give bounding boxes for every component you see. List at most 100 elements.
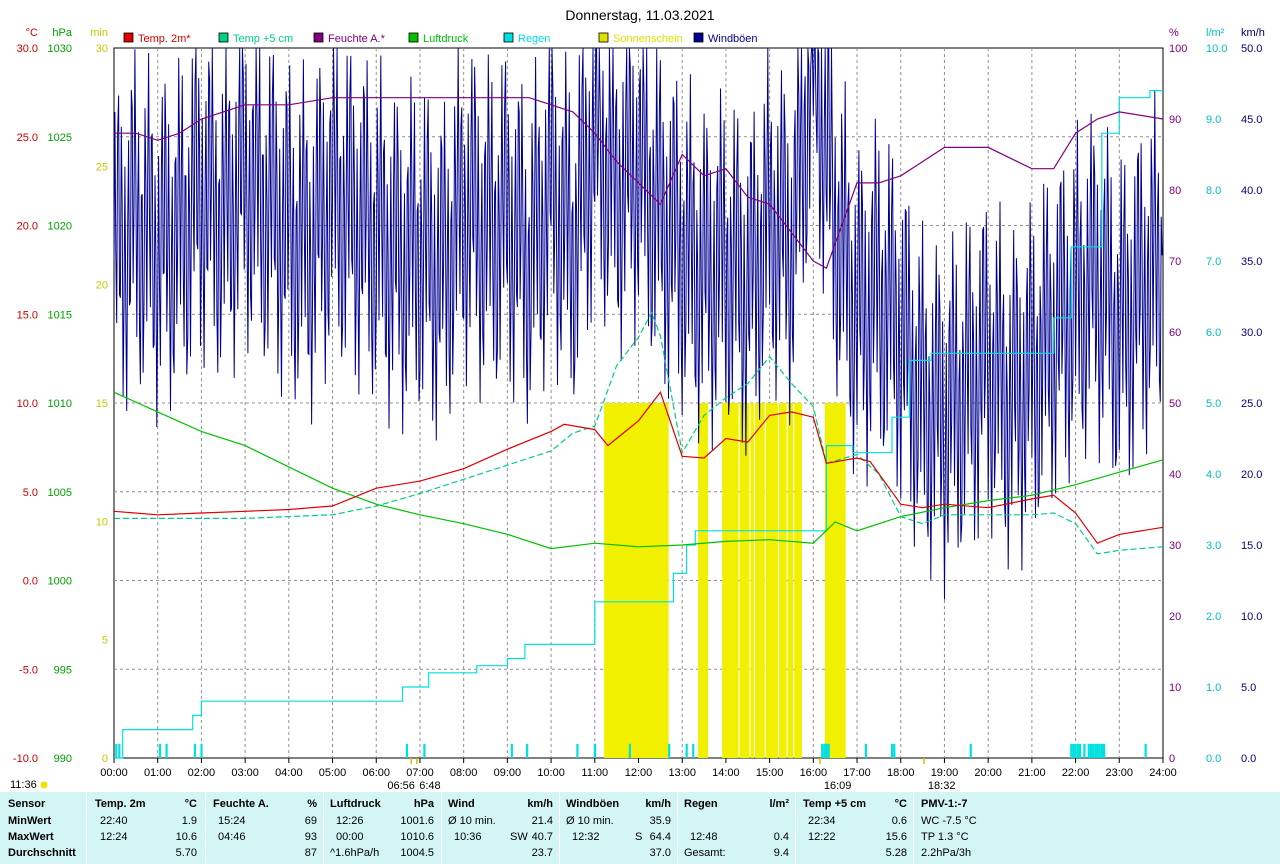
boeen-min-time: Ø 10 min. [566,815,614,827]
x-tick-label: 12:00 [625,767,653,779]
x-tick-label: 17:00 [843,767,871,779]
axis-tick-label: 15 [96,398,108,410]
legend-label: Regen [518,33,550,45]
axis-tick-label: 1015 [48,309,72,321]
luftdruck-head: Luftdruck [330,798,381,810]
rain-event-bar [823,743,826,758]
x-tick-label: 04:00 [275,767,303,779]
col-temp5: Temp +5 cm °C 22:34 0.6 12:22 15.6 5.28 [796,792,913,864]
x-tick-label: 10:00 [537,767,565,779]
luftdruck-avg-val: 1004.5 [400,847,434,859]
axis-tick-label: 80 [1169,185,1181,197]
weather-chart: Donnerstag, 11.03.2021 Temp. 2m* Temp +5 … [10,7,1265,792]
axis-tick-label: 15.0 [1241,540,1262,552]
axis-tick-label: 1005 [48,487,72,499]
axis-tick-label: 5.0 [1206,398,1221,410]
rain-event-bar [1100,743,1104,758]
legend-label: Luftdruck [423,33,469,45]
temp2m-avg-val: 5.70 [175,847,197,859]
rain-event-bar [1076,743,1079,758]
rain-event-bar [1089,743,1093,758]
axis-tick-label: 100 [1169,43,1187,55]
col-regen: Regen l/m² 12:48 0.4 Gesamt: 9.4 [678,792,795,864]
x-tick-label: 21:00 [1018,767,1046,779]
axis-tick-label: 50 [1169,398,1181,410]
rain-event-bar [668,743,671,758]
temp2m-max-val: 10.6 [175,831,197,843]
axis-tick-label: 20.0 [1241,469,1262,481]
luftdruck-unit: hPa [413,798,434,810]
rain-event-bar [1087,743,1090,758]
x-tick-label: 00:00 [100,767,128,779]
axis-tick-label: 10.0 [1206,43,1227,55]
axis-tick-label: 25.0 [17,132,38,144]
row-max-label: MaxWert [8,831,54,843]
rain-event-bar [1098,743,1101,758]
rain-event-bar [969,743,972,758]
axis-tick-label: 15.0 [17,309,38,321]
x-tick-label: 18:00 [887,767,915,779]
luftdruck-max-val: 1010.6 [400,831,434,843]
rain-event-bar [158,743,162,758]
temp5-min-val: 0.6 [891,815,907,827]
axis-tick-label: 20 [1169,611,1181,623]
axis-tick-label: 25 [96,161,108,173]
x-tick-label: 02:00 [188,767,216,779]
axis-tick-label: 4.0 [1206,469,1221,481]
rain-event-bar [685,743,688,758]
boeen-max-dir: S [635,831,643,843]
regen-total-val: 9.4 [773,847,789,859]
rain-event-bar [526,743,529,758]
col-temp2m: Temp. 2m °C 22:40 1.9 12:24 10.6 5.70 [87,792,205,864]
wind-max-dir: SW [510,831,528,843]
axis-tick-label: -10.0 [13,753,38,765]
legend-swatch [693,32,704,43]
rain-event-bar [200,743,203,758]
axis-unit-label: % [1169,27,1179,39]
axis-tick-label: 60 [1169,327,1181,339]
sunshine-bar [761,403,765,758]
rain-event-bar [1144,743,1147,758]
rain-event-bar [165,743,168,758]
boeen-unit: km/h [645,798,671,810]
x-tick-label: 13:00 [668,767,696,779]
axis-tick-label: 30.0 [1241,327,1262,339]
sunshine-bar [665,403,669,758]
col-feuchte: Feuchte A. % 15:24 69 04:46 93 87 [206,792,323,864]
rain-event-bar [821,743,824,758]
rain-event-bar [1083,743,1086,758]
temp5-avg-val: 5.28 [885,847,907,859]
axis-tick-label: 70 [1169,256,1181,268]
boeen-max-time: 12:32 [572,831,600,843]
legend-label: Sonnenschein [613,33,683,45]
axis-tick-label: 0 [1169,753,1175,765]
rain-event-bar [118,743,121,758]
x-tick-label: 07:00 [406,767,434,779]
axis-unit-label: hPa [52,27,72,39]
luftdruck-trend: ^1.6hPa/h [330,847,380,859]
marker-label: 16:09 [824,780,852,792]
x-tick-label: 16:00 [800,767,828,779]
rain-event-bar [891,743,894,758]
sunshine-bar [783,403,787,758]
axis-tick-label: 10.0 [17,398,38,410]
axis-tick-label: 30 [96,43,108,55]
luftdruck-min-val: 1001.6 [400,815,434,827]
rain-event-bar [692,743,695,758]
x-tick-label: 22:00 [1062,767,1090,779]
rain-event-bar [1092,743,1095,758]
rain-event-bar [1102,743,1106,758]
temp5-unit: °C [894,798,907,810]
pmv-head: PMV-1:-7 [921,798,968,810]
axis-tick-label: 7.0 [1206,256,1221,268]
x-tick-label: 14:00 [712,767,740,779]
temp5-max-val: 15.6 [885,831,907,843]
marker-label: 18:32 [928,780,956,792]
axis-tick-label: 40.0 [1241,185,1262,197]
x-axis: 00:00 01:00 02:00 03:00 04:00 05:00 06:00 07:00… [100,758,1177,779]
regen-unit: l/m² [769,798,789,810]
sunshine-bar [774,403,778,758]
axis-unit-label: km/h [1241,27,1265,39]
temp2m-unit: °C [184,798,197,810]
boeen-min-val: 35.9 [649,815,671,827]
